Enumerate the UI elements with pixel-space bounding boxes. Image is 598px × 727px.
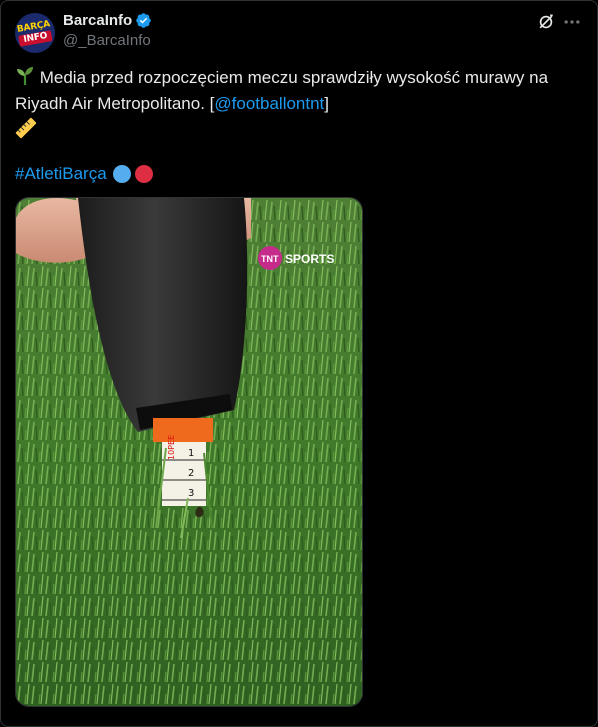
tweet-line-2-suffix: ]: [324, 94, 330, 113]
video-media[interactable]: 10PEE 1 2 3 TNT SPORTS: [15, 197, 363, 707]
hashtag-link[interactable]: #AtletiBarça: [15, 161, 107, 187]
verified-badge-icon: [136, 13, 151, 28]
tnt-sports-text: SPORTS: [285, 252, 334, 266]
tape-brand-text: 10PEE: [167, 435, 176, 460]
tape-number-3: 3: [188, 488, 194, 499]
tweet-line-2-prefix: Riyadh Air Metropolitano. [: [15, 94, 215, 113]
tape-number-2: 2: [188, 468, 194, 479]
tweet-card[interactable]: BARÇA INFO BarcaInfo @_BarcaInfo Media p…: [0, 0, 598, 727]
seedling-emoji-icon: [17, 67, 33, 85]
avatar[interactable]: BARÇA INFO: [15, 13, 55, 53]
blue-circle-emoji-icon: [112, 165, 131, 183]
more-options-icon[interactable]: [562, 12, 582, 32]
finger-left: [16, 198, 86, 263]
avatar-logo: BARÇA INFO: [17, 19, 54, 47]
tweet-text: Media przed rozpoczęciem meczu sprawdził…: [15, 65, 585, 144]
video-frame: 10PEE 1 2 3 TNT SPORTS: [16, 198, 362, 706]
grok-icon[interactable]: [536, 12, 556, 32]
author-name-row[interactable]: BarcaInfo: [63, 12, 152, 29]
ruler-emoji-icon: [15, 117, 37, 139]
tape-hook: [153, 418, 213, 442]
tnt-brand-text: TNT: [261, 254, 279, 264]
hashtag-line: #AtletiBarça: [15, 161, 153, 187]
mention-link[interactable]: @footballontnt: [214, 94, 324, 113]
red-circle-emoji-icon: [134, 165, 153, 183]
handle[interactable]: @_BarcaInfo: [63, 32, 151, 49]
tape-number-1: 1: [188, 448, 194, 459]
tweet-line-1: Media przed rozpoczęciem meczu sprawdził…: [39, 68, 549, 87]
display-name[interactable]: BarcaInfo: [63, 12, 132, 29]
